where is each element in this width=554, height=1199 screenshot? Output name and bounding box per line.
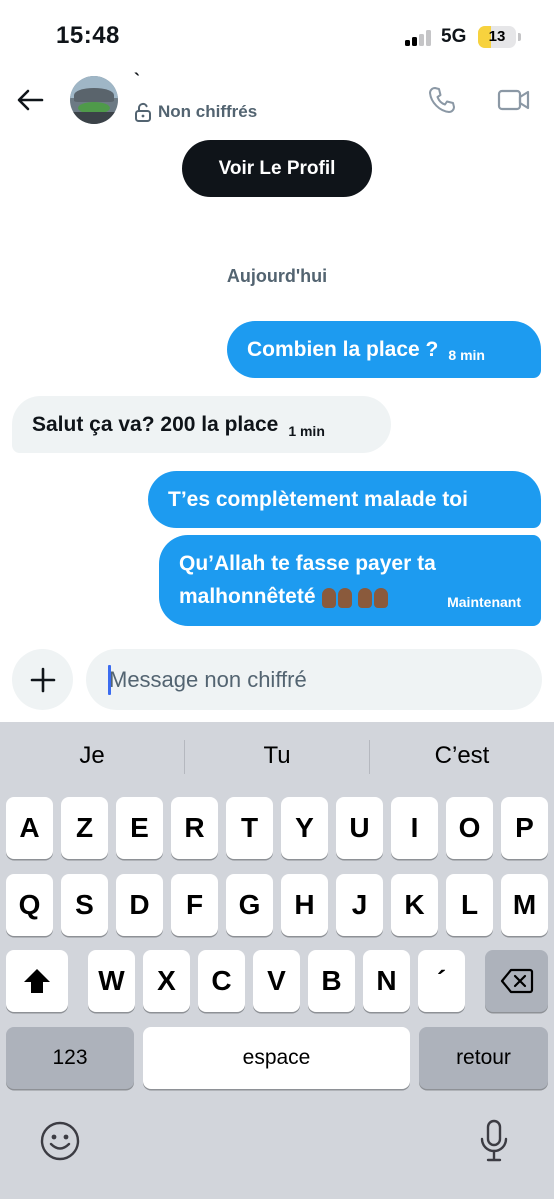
network-type: 5G xyxy=(441,26,467,47)
battery-level: 13 xyxy=(488,28,506,45)
key-q[interactable]: Q xyxy=(6,874,53,936)
key-p[interactable]: P xyxy=(501,797,548,859)
status-time: 15:48 xyxy=(56,22,120,49)
message-composer[interactable] xyxy=(86,649,542,710)
backspace-icon xyxy=(500,968,533,994)
space-key[interactable]: espace xyxy=(143,1027,410,1089)
key-v[interactable]: V xyxy=(253,950,300,1012)
key-k[interactable]: K xyxy=(391,874,438,936)
key-z[interactable]: Z xyxy=(61,797,108,859)
message-text: Salut ça va? 200 la place xyxy=(32,413,279,436)
numbers-key[interactable]: 123 xyxy=(6,1027,134,1089)
back-button[interactable] xyxy=(12,82,48,118)
key-t[interactable]: T xyxy=(226,797,273,859)
key-m[interactable]: M xyxy=(501,874,548,936)
message-bubble-outgoing[interactable]: T’es complètement malade toi xyxy=(148,471,541,528)
dictation-button[interactable] xyxy=(472,1119,516,1163)
date-separator: Aujourd'hui xyxy=(226,266,328,286)
plus-icon xyxy=(30,667,55,692)
backspace-key[interactable] xyxy=(485,950,548,1012)
emoji-icon xyxy=(40,1121,80,1161)
keyboard: Je Tu C’est A Z E R T Y U I O P Q S D F … xyxy=(0,722,554,1199)
encryption-label: Non chiffrés xyxy=(158,102,258,121)
phone-icon xyxy=(429,87,455,113)
message-time: Maintenant xyxy=(447,594,521,610)
key-i[interactable]: I xyxy=(391,797,438,859)
status-bar: 15:48 5G 13 xyxy=(0,0,554,70)
key-c[interactable]: C xyxy=(198,950,245,1012)
view-profile-button[interactable]: Voir Le Profil xyxy=(182,140,372,197)
key-e[interactable]: E xyxy=(116,797,163,859)
suggestion-1[interactable]: Je xyxy=(0,742,184,770)
message-input[interactable] xyxy=(109,666,519,693)
key-h[interactable]: H xyxy=(281,874,328,936)
call-button[interactable] xyxy=(424,82,460,118)
key-j[interactable]: J xyxy=(336,874,383,936)
shift-icon xyxy=(24,969,50,993)
key-a[interactable]: A xyxy=(6,797,53,859)
battery-tip xyxy=(518,33,521,41)
conversation-header: ` Non chiffrés xyxy=(0,70,554,130)
key-x[interactable]: X xyxy=(143,950,190,1012)
key-w[interactable]: W xyxy=(88,950,135,1012)
message-time: 1 min xyxy=(288,422,325,439)
message-bubble-outgoing[interactable]: Qu’Allah te fasse payer ta malhonnêteté … xyxy=(159,535,541,626)
avatar[interactable] xyxy=(70,76,118,124)
key-d[interactable]: D xyxy=(116,874,163,936)
praying-hands-icon xyxy=(320,581,388,614)
suggestion-2[interactable]: Tu xyxy=(185,742,369,770)
message-text-line-1: Qu’Allah te fasse payer ta xyxy=(179,552,436,575)
message-text: T’es complètement malade toi xyxy=(168,488,468,511)
return-key[interactable]: retour xyxy=(419,1027,548,1089)
key-b[interactable]: B xyxy=(308,950,355,1012)
key-l[interactable]: L xyxy=(446,874,493,936)
text-cursor xyxy=(108,665,111,695)
message-time: 8 min xyxy=(448,346,485,363)
battery-icon: 13 xyxy=(478,26,516,48)
unlock-icon xyxy=(135,102,151,122)
video-camera-icon xyxy=(497,89,530,111)
cellular-signal-icon xyxy=(405,30,433,46)
key-n[interactable]: N xyxy=(363,950,410,1012)
message-text: Combien la place ? xyxy=(247,338,439,361)
microphone-icon xyxy=(480,1119,508,1162)
suggestion-bar: Je Tu C’est xyxy=(0,722,554,792)
key-acute-accent[interactable]: ´ xyxy=(418,950,465,1012)
key-g[interactable]: G xyxy=(226,874,273,936)
message-bubble-incoming[interactable]: Salut ça va? 200 la place 1 min xyxy=(12,396,391,453)
contact-name[interactable]: ` xyxy=(134,70,140,91)
shift-key[interactable] xyxy=(6,950,68,1012)
key-s[interactable]: S xyxy=(61,874,108,936)
key-r[interactable]: R xyxy=(171,797,218,859)
suggestion-3[interactable]: C’est xyxy=(370,742,554,770)
back-arrow-icon xyxy=(17,89,44,111)
message-text-line-2: malhonnêteté xyxy=(179,585,316,608)
emoji-keyboard-button[interactable] xyxy=(38,1119,82,1163)
message-bubble-outgoing[interactable]: Combien la place ? 8 min xyxy=(227,321,541,378)
video-call-button[interactable] xyxy=(494,82,534,118)
key-f[interactable]: F xyxy=(171,874,218,936)
key-u[interactable]: U xyxy=(336,797,383,859)
key-y[interactable]: Y xyxy=(281,797,328,859)
key-o[interactable]: O xyxy=(446,797,493,859)
encryption-status: Non chiffrés xyxy=(134,102,257,122)
add-attachment-button[interactable] xyxy=(12,649,73,710)
